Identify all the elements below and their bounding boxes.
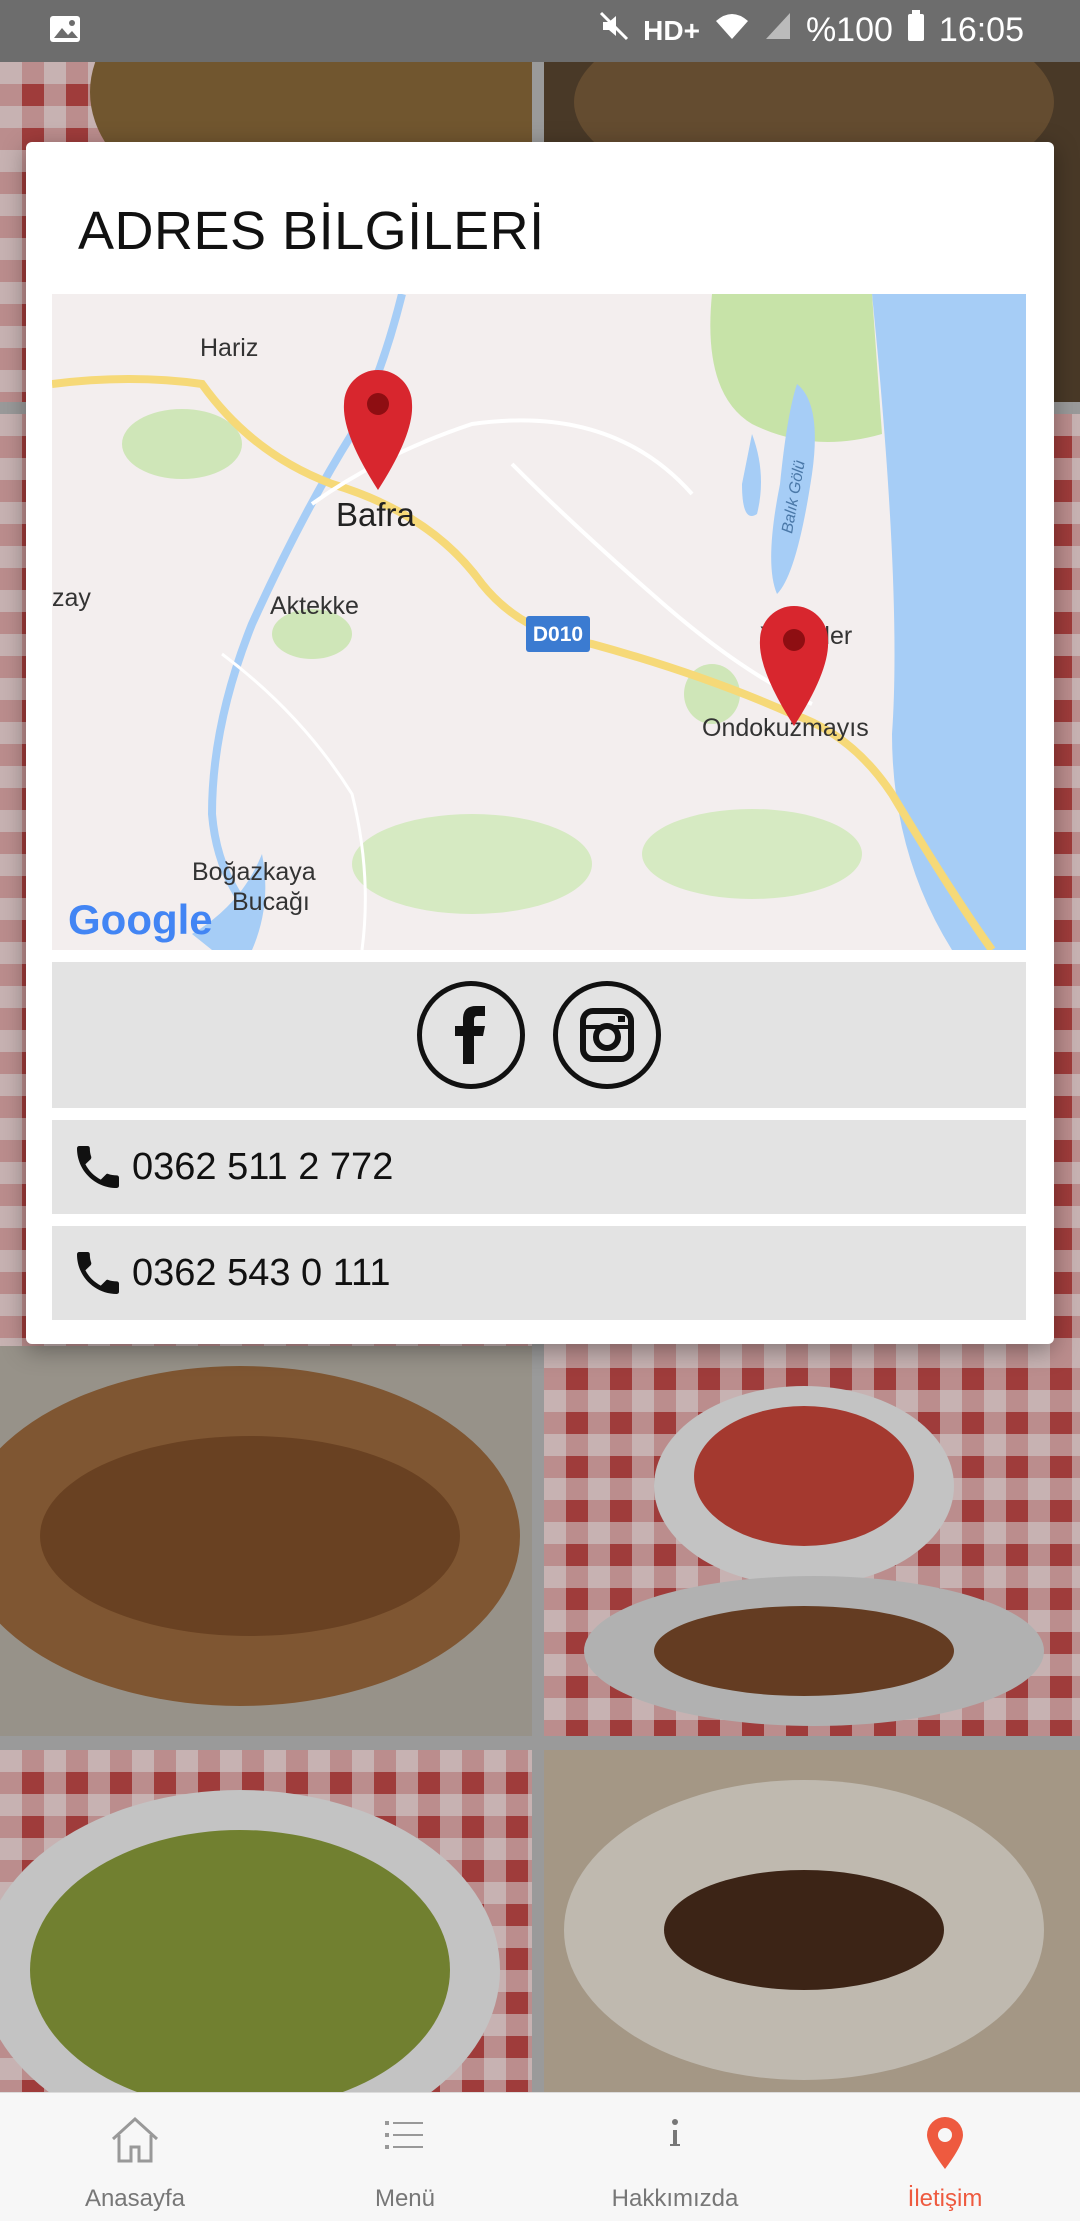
instagram-icon[interactable] <box>553 981 661 1089</box>
wifi-icon <box>714 11 750 50</box>
phone-number: 0362 511 2 772 <box>132 1145 394 1188</box>
clock: 16:05 <box>938 11 1024 49</box>
nav-label: Hakkımızda <box>611 2185 739 2212</box>
map-label-bafra: Bafra <box>336 496 416 533</box>
phone-row[interactable]: 0362 511 2 772 <box>52 1120 1026 1214</box>
map-label-bucagi: Bucağı <box>232 888 310 916</box>
home-icon <box>109 2113 161 2170</box>
mute-icon <box>599 11 629 50</box>
info-icon <box>665 2113 685 2162</box>
nav-item-about[interactable]: Hakkımızda <box>540 2093 810 2221</box>
road-label: D010 <box>533 623 583 646</box>
address-dialog: ADRES BİLGİLERİ D010 Hariz Bafra Aktekke… <box>26 142 1054 1344</box>
food-tile[interactable] <box>544 1346 1080 1736</box>
phone-row[interactable]: 0362 543 0 111 <box>52 1226 1026 1320</box>
location-pin-icon <box>923 2113 967 2176</box>
dialog-title: ADRES BİLGİLERİ <box>78 201 545 261</box>
battery-icon <box>907 10 925 51</box>
phone-icon <box>70 1245 126 1301</box>
map-label-aktekke: Aktekke <box>270 592 359 620</box>
phone-icon <box>70 1139 126 1195</box>
status-bar: HD+ %100 16:05 <box>0 0 1080 62</box>
social-links <box>52 962 1026 1108</box>
nav-label: Anasayfa <box>84 2185 186 2212</box>
map-view[interactable]: D010 Hariz Bafra Aktekke zay Yeşilkler O… <box>52 294 1026 950</box>
food-tile[interactable] <box>0 1346 532 1736</box>
phone-number: 0362 543 0 111 <box>132 1251 391 1294</box>
image-icon <box>48 14 82 53</box>
map-label-zay: zay <box>52 584 91 612</box>
facebook-icon[interactable] <box>417 981 525 1089</box>
bottom-navigation: Anasayfa Menü Hakkımızda İletişim <box>0 2092 1080 2221</box>
battery-level: %100 <box>805 11 893 49</box>
google-logo: Google <box>68 896 213 943</box>
network-type: HD+ <box>643 14 700 46</box>
nav-item-home[interactable]: Anasayfa <box>0 2093 270 2221</box>
nav-item-menu[interactable]: Menü <box>270 2093 540 2221</box>
list-icon <box>383 2113 427 2162</box>
map-label-bogazkaya: Boğazkaya <box>192 858 316 886</box>
nav-label: İletişim <box>907 2185 983 2212</box>
nav-label: Menü <box>374 2185 436 2212</box>
nav-item-contact[interactable]: İletişim <box>810 2093 1080 2221</box>
signal-icon <box>764 11 792 50</box>
map-label-ondokuzmayis: Ondokuzmayıs <box>702 714 869 742</box>
map-label-hariz: Hariz <box>200 334 258 362</box>
